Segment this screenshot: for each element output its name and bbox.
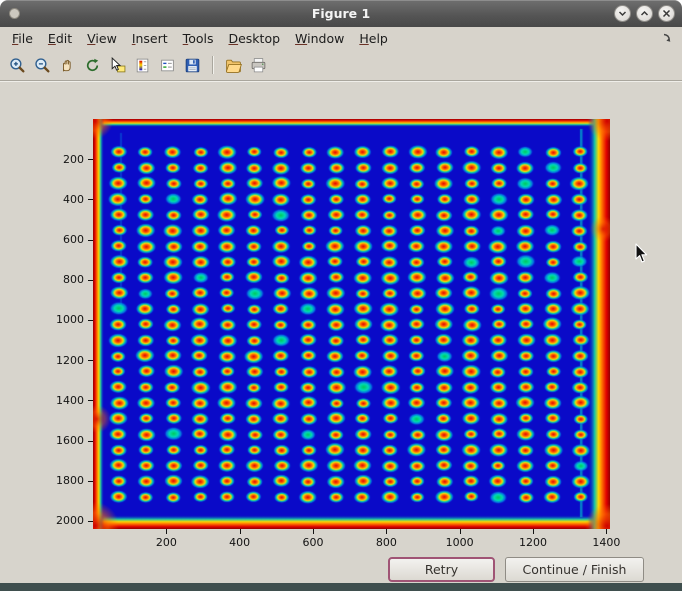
insert-legend-button[interactable] <box>156 54 179 77</box>
continue-finish-button[interactable]: Continue / Finish <box>505 557 644 582</box>
heatmap-image[interactable] <box>93 119 610 529</box>
window-title: Figure 1 <box>0 0 682 27</box>
zoom-out-icon <box>34 57 51 74</box>
insert-colorbar-button[interactable] <box>131 54 154 77</box>
minimize-button[interactable] <box>614 5 631 22</box>
zoom-in-icon <box>9 57 26 74</box>
menu-desktop[interactable]: Desktop <box>228 31 280 46</box>
save-icon <box>184 57 201 74</box>
legend-icon <box>159 57 176 74</box>
figure-window: Figure 1 File Edit View Insert Tools Des… <box>0 0 682 591</box>
zoom-in-button[interactable] <box>6 54 29 77</box>
toolbar-separator <box>212 56 214 74</box>
menu-view[interactable]: View <box>87 31 117 46</box>
maximize-button[interactable] <box>636 5 653 22</box>
menubar: File Edit View Insert Tools Desktop Wind… <box>0 27 682 50</box>
open-file-button[interactable] <box>222 54 245 77</box>
chevron-up-icon <box>640 9 649 18</box>
zoom-out-button[interactable] <box>31 54 54 77</box>
menu-file[interactable]: File <box>12 31 33 46</box>
menu-edit[interactable]: Edit <box>48 31 72 46</box>
chevron-down-icon <box>618 9 627 18</box>
data-cursor-button[interactable] <box>106 54 129 77</box>
titlebar[interactable]: Figure 1 <box>0 0 682 28</box>
hand-icon <box>59 57 76 74</box>
open-folder-icon <box>225 57 242 74</box>
close-icon <box>662 9 671 18</box>
dock-figure-icon <box>661 32 674 45</box>
window-bottom-edge <box>0 583 682 591</box>
print-figure-button[interactable] <box>247 54 270 77</box>
colorbar-icon <box>134 57 151 74</box>
dock-figure-button[interactable] <box>661 32 674 45</box>
data-cursor-icon <box>109 57 126 74</box>
menu-help[interactable]: Help <box>359 31 388 46</box>
figure-toolbar <box>0 50 682 80</box>
pan-button[interactable] <box>56 54 79 77</box>
rotate-3d-button[interactable] <box>81 54 104 77</box>
window-controls <box>614 5 675 22</box>
save-figure-button[interactable] <box>181 54 204 77</box>
menu-window[interactable]: Window <box>295 31 344 46</box>
menu-insert[interactable]: Insert <box>132 31 168 46</box>
rotate-3d-icon <box>84 57 101 74</box>
retry-button[interactable]: Retry <box>388 557 495 582</box>
menu-tools[interactable]: Tools <box>183 31 214 46</box>
printer-icon <box>250 57 267 74</box>
close-button[interactable] <box>658 5 675 22</box>
